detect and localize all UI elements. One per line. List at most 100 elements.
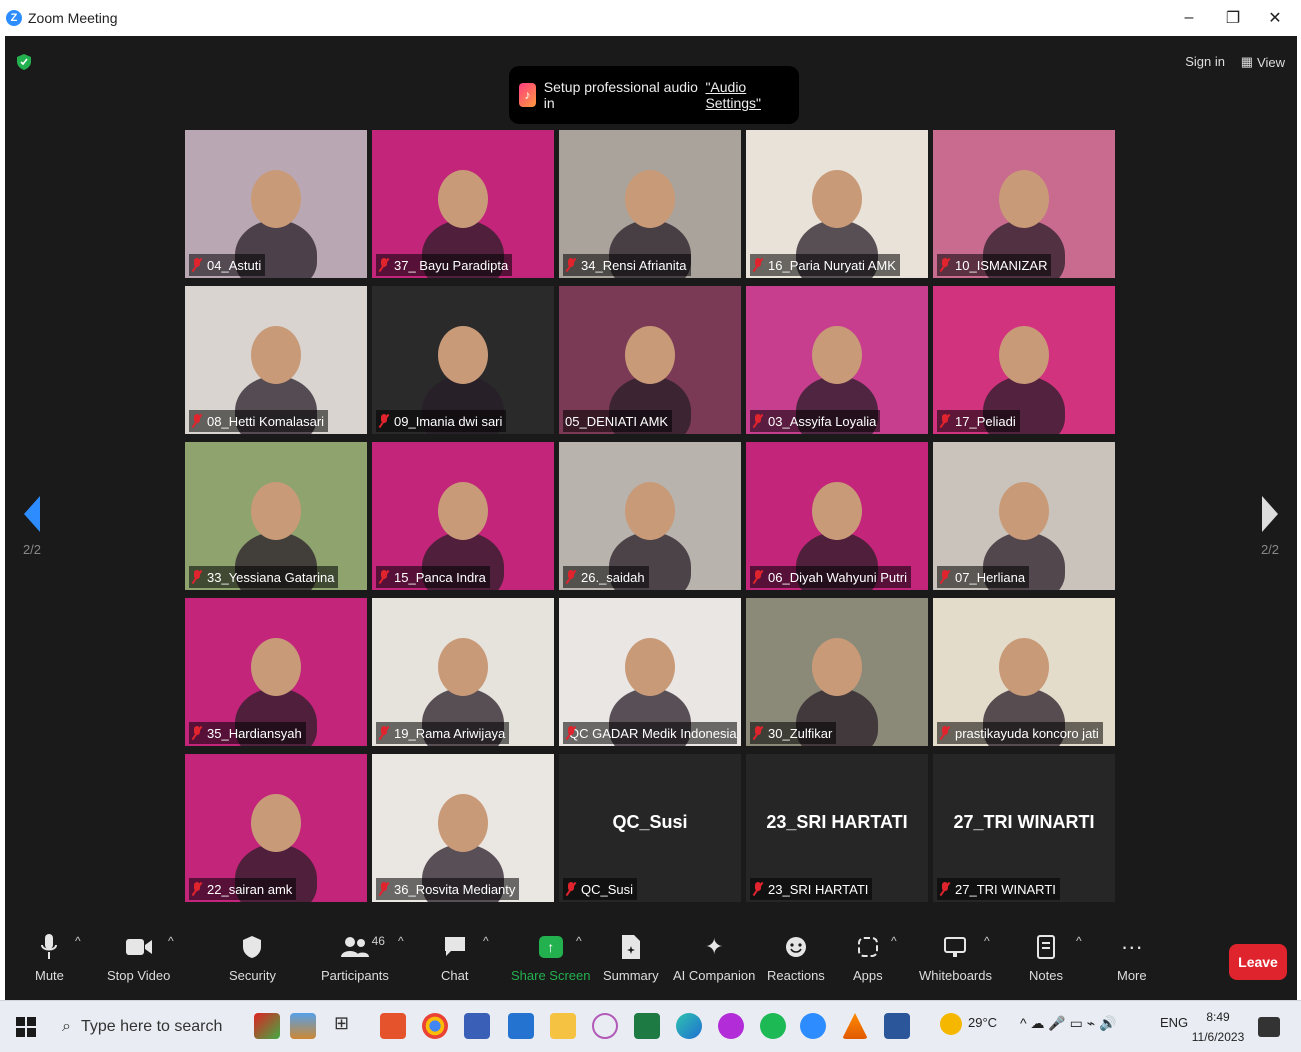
sign-in-link[interactable]: Sign in	[1185, 54, 1225, 69]
participants-count: 46	[371, 934, 385, 948]
weather-sun-icon[interactable]	[940, 1013, 962, 1035]
participant-tile[interactable]: 08_Hetti Komalasari	[185, 286, 367, 434]
weather-scene-icon[interactable]	[290, 1013, 316, 1039]
participants-caret-icon[interactable]: ^	[398, 934, 404, 948]
audio-options-caret-icon[interactable]: ^	[75, 934, 81, 948]
zoom-window: Z Zoom Meeting – ❐ ✕ Sign in ▦ View ♪ Se…	[0, 0, 1301, 1052]
participant-name-tag: 06_Diyah Wahyuni Putri	[750, 566, 911, 588]
stop-video-button[interactable]: Stop Video	[107, 932, 170, 983]
participant-tile[interactable]: 04_Astuti	[185, 130, 367, 278]
participant-tile[interactable]: 10_ISMANIZAR	[933, 130, 1115, 278]
video-options-caret-icon[interactable]: ^	[168, 934, 174, 948]
security-button[interactable]: Security	[229, 932, 276, 983]
ribbon-app-icon[interactable]	[592, 1013, 618, 1039]
participant-name-tag: 36_Rosvita Medianty	[376, 878, 520, 900]
taskbar-search-box[interactable]: ⌕ Type here to search	[52, 1009, 250, 1045]
participant-tile[interactable]: 36_Rosvita Medianty	[372, 754, 554, 902]
participant-name: 08_Hetti Komalasari	[207, 413, 325, 429]
participant-tile[interactable]: 37_ Bayu Paradipta	[372, 130, 554, 278]
participant-name-tag: 10_ISMANIZAR	[937, 254, 1052, 276]
participant-name: 05_DENIATI AMK	[565, 413, 669, 429]
participant-tile[interactable]: 35_Hardiansyah	[185, 598, 367, 746]
store-icon[interactable]	[464, 1013, 490, 1039]
encryption-shield-icon[interactable]	[17, 54, 31, 70]
windows-start-icon[interactable]	[16, 1017, 36, 1037]
participant-tile[interactable]: 17_Peliadi	[933, 286, 1115, 434]
temperature[interactable]: 29°C	[968, 1015, 997, 1030]
wps-icon[interactable]	[718, 1013, 744, 1039]
edge-icon[interactable]	[676, 1013, 702, 1039]
participant-tile[interactable]: 23_SRI HARTATI 23_SRI HARTATI	[746, 754, 928, 902]
participant-tile[interactable]: 27_TRI WINARTI 27_TRI WINARTI	[933, 754, 1115, 902]
participant-name-tag: 16_Paria Nuryati AMK	[750, 254, 900, 276]
chrome-icon[interactable]	[422, 1013, 448, 1039]
leave-button[interactable]: Leave	[1229, 944, 1287, 980]
audio-settings-link[interactable]: "Audio Settings"	[705, 79, 799, 111]
apps-caret-icon[interactable]: ^	[891, 934, 897, 948]
spotify-icon[interactable]	[760, 1013, 786, 1039]
page-indicator-right: 2/2	[1260, 542, 1280, 557]
mute-button[interactable]: Mute	[35, 932, 64, 983]
muted-mic-icon	[752, 258, 764, 272]
taskbar-clock[interactable]: 8:49 11/6/2023	[1190, 1007, 1246, 1047]
participant-tile[interactable]: 07_Herliana	[933, 442, 1115, 590]
cherry-widget-icon[interactable]	[254, 1013, 280, 1039]
ai-companion-button[interactable]: ✦ AI Companion	[673, 932, 755, 983]
file-explorer-icon[interactable]	[550, 1013, 576, 1039]
excel-icon[interactable]	[634, 1013, 660, 1039]
participant-name: 35_Hardiansyah	[207, 725, 302, 741]
apps-button[interactable]: Apps	[853, 932, 883, 983]
muted-mic-icon	[939, 726, 951, 740]
participant-tile[interactable]: 06_Diyah Wahyuni Putri	[746, 442, 928, 590]
participant-tile[interactable]: QC_Susi QC_Susi	[559, 754, 741, 902]
mail-icon[interactable]	[508, 1013, 534, 1039]
participant-tile[interactable]: 15_Panca Indra	[372, 442, 554, 590]
participant-tile[interactable]: 09_Imania dwi sari	[372, 286, 554, 434]
whiteboards-caret-icon[interactable]: ^	[984, 934, 990, 948]
participant-tile[interactable]: QC GADAR Medik Indonesia	[559, 598, 741, 746]
summary-button[interactable]: Summary	[603, 932, 659, 983]
participant-face	[251, 482, 301, 540]
participant-tile[interactable]: prastikayuda koncoro jati	[933, 598, 1115, 746]
participant-tile[interactable]: 26._saidah	[559, 442, 741, 590]
chat-label: Chat	[441, 968, 469, 983]
minimize-button[interactable]: –	[1168, 0, 1210, 36]
notes-caret-icon[interactable]: ^	[1076, 934, 1082, 948]
close-button[interactable]: ✕	[1254, 0, 1296, 36]
participant-tile[interactable]: 34_Rensi Afrianita	[559, 130, 741, 278]
office-app-icon[interactable]	[380, 1013, 406, 1039]
muted-mic-icon	[752, 726, 764, 740]
participant-tile[interactable]: 16_Paria Nuryati AMK	[746, 130, 928, 278]
task-view-icon[interactable]: ⊞	[334, 1013, 360, 1039]
tray-icons[interactable]: ^ ☁ 🎤 ▭ ⌁ 🔊	[1020, 1015, 1117, 1032]
whiteboards-button[interactable]: Whiteboards	[919, 932, 992, 983]
participant-name: 04_Astuti	[207, 257, 262, 273]
language-indicator[interactable]: ENG	[1160, 1015, 1188, 1030]
maximize-button[interactable]: ❐	[1212, 0, 1254, 36]
chat-button[interactable]: Chat	[441, 932, 468, 983]
zoom-app-icon[interactable]	[800, 1013, 826, 1039]
notes-button[interactable]: Notes	[1029, 932, 1063, 983]
participant-tile[interactable]: 05_DENIATI AMK	[559, 286, 741, 434]
notifications-icon[interactable]	[1258, 1017, 1280, 1037]
muted-mic-icon	[565, 258, 577, 272]
word-icon[interactable]	[884, 1013, 910, 1039]
reactions-button[interactable]: Reactions	[767, 932, 825, 983]
audio-settings-banner[interactable]: ♪ Setup professional audio in "Audio Set…	[509, 66, 799, 124]
participant-name: 09_Imania dwi sari	[394, 413, 503, 429]
participants-button[interactable]: 46 Participants	[321, 932, 389, 983]
previous-page-button[interactable]: 2/2	[17, 496, 47, 557]
participant-tile[interactable]: 33_Yessiana Gatarina	[185, 442, 367, 590]
participant-tile[interactable]: 30_Zulfikar	[746, 598, 928, 746]
share-caret-icon[interactable]: ^	[576, 934, 582, 948]
participant-tile[interactable]: 03_Assyifa Loyalia	[746, 286, 928, 434]
participant-tile[interactable]: 19_Rama Ariwijaya	[372, 598, 554, 746]
vlc-icon[interactable]	[842, 1013, 868, 1039]
chat-caret-icon[interactable]: ^	[483, 934, 489, 948]
view-button[interactable]: ▦ View	[1241, 54, 1285, 70]
participant-name-tag: 08_Hetti Komalasari	[189, 410, 329, 432]
mute-label: Mute	[35, 968, 64, 983]
next-page-button[interactable]: 2/2	[1255, 496, 1285, 557]
more-button[interactable]: ··· More	[1117, 932, 1147, 983]
participant-tile[interactable]: 22_sairan amk	[185, 754, 367, 902]
